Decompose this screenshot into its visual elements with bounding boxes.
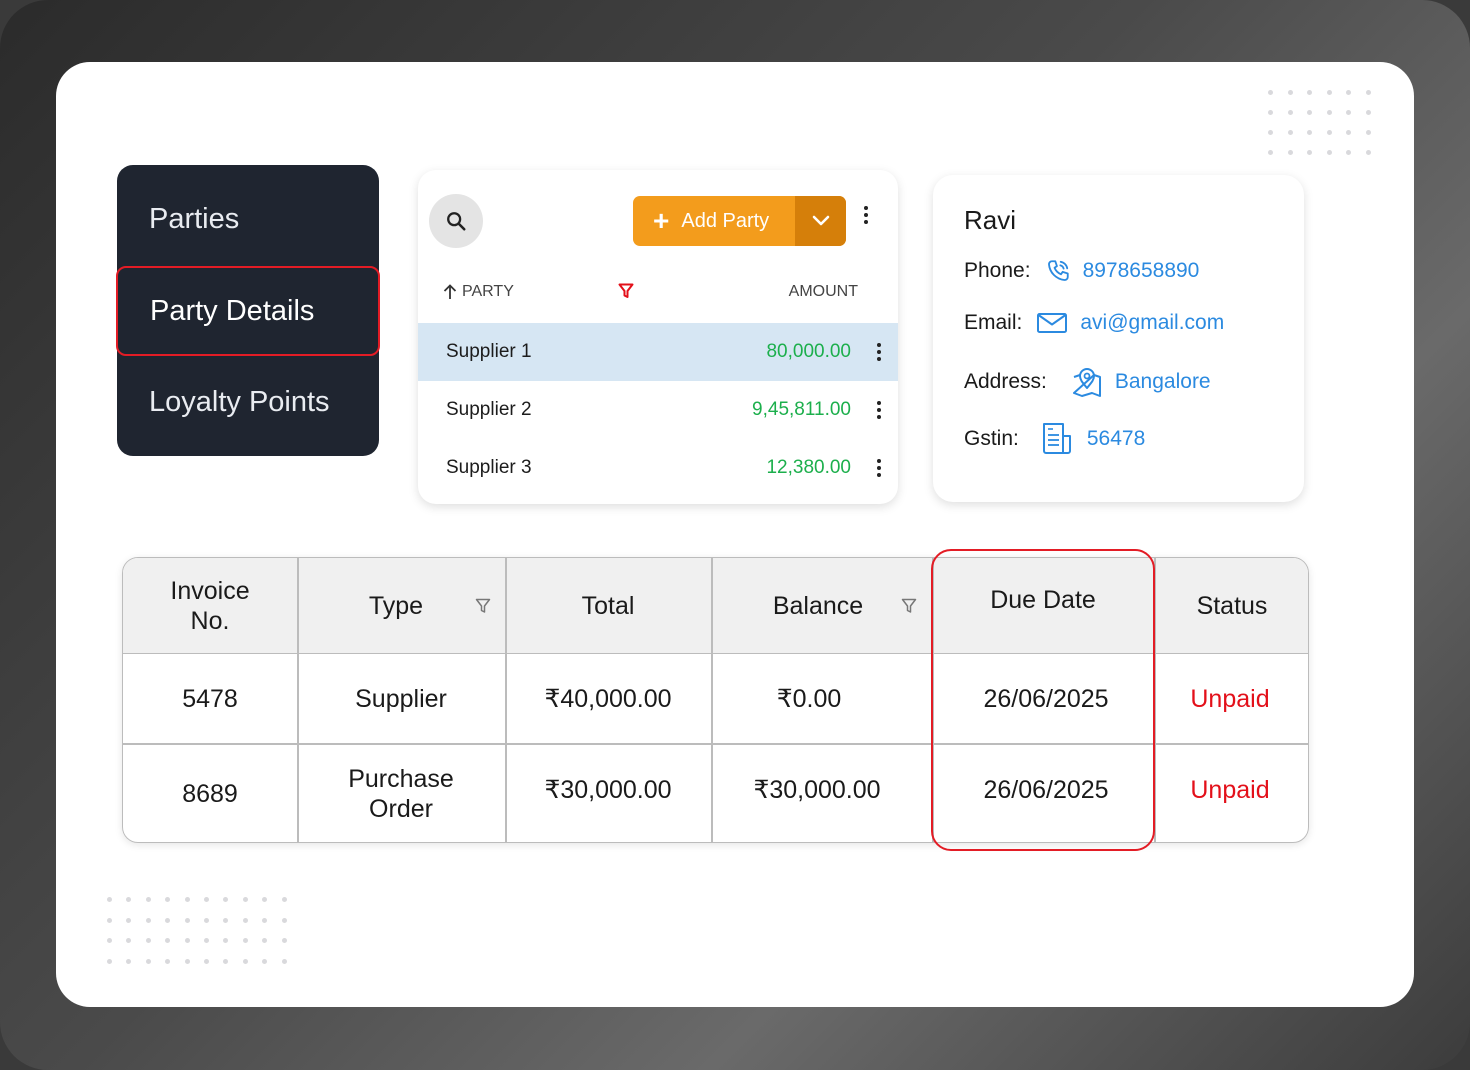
party-row[interactable]: Supplier 2 9,45,811.00 — [418, 381, 898, 439]
row-more-options-icon[interactable] — [877, 401, 881, 419]
party-name: Supplier 2 — [446, 399, 532, 420]
party-amount: 9,45,811.00 — [752, 399, 851, 420]
status-badge: Unpaid — [1190, 776, 1270, 804]
gstin-label: Gstin: — [964, 427, 1019, 450]
header-invoice-no: Invoice No. — [123, 558, 297, 654]
type-cell: Supplier — [355, 684, 447, 713]
mail-icon — [1036, 312, 1068, 334]
header-balance-label: Balance — [772, 592, 864, 620]
party-amount: 80,000.00 — [766, 341, 851, 362]
address-label: Address: — [964, 370, 1047, 393]
app-card: Parties Party Details Loyalty Points + A… — [56, 62, 1414, 1007]
party-contact-card: Ravi Phone: 8978658890 Email: avi@gmail. — [933, 175, 1304, 502]
balance-cell: ₹0.00 — [776, 684, 842, 713]
type-cell-line2: Order — [369, 795, 433, 823]
sidebar-item-label: Parties — [149, 202, 240, 235]
header-total: Total — [581, 592, 635, 620]
filter-icon[interactable] — [618, 283, 634, 304]
type-cell-line1: Purchase — [348, 765, 454, 793]
phone-row: Phone: 8978658890 — [964, 258, 1199, 284]
header-invoice-no-line2: No. — [190, 607, 230, 635]
sidebar-item-label: Party Details — [150, 294, 315, 327]
add-party-dropdown-button[interactable] — [795, 196, 846, 246]
party-list-panel: + Add Party PARTY AMOUNT Supplier 1 80,0… — [418, 170, 898, 504]
amount-column-header[interactable]: AMOUNT — [789, 283, 858, 301]
add-party-button-group: + Add Party — [633, 196, 846, 246]
map-pin-icon — [1071, 365, 1103, 399]
status-badge: Unpaid — [1190, 684, 1270, 713]
sidebar-item-label: Loyalty Points — [149, 385, 330, 418]
due-date-highlight — [931, 549, 1155, 851]
email-label: Email: — [964, 311, 1023, 334]
party-name: Supplier 3 — [446, 457, 532, 478]
header-type-label: Type — [368, 592, 424, 620]
document-icon — [1041, 422, 1073, 456]
invoice-no-cell: 5478 — [182, 684, 238, 713]
chevron-down-icon — [812, 215, 829, 226]
sort-arrow-up-icon — [443, 284, 457, 299]
phone-link[interactable]: 8978658890 — [1083, 259, 1200, 283]
party-amount: 12,380.00 — [766, 457, 851, 478]
sidebar: Parties Party Details Loyalty Points — [116, 165, 380, 456]
balance-filter-icon[interactable] — [901, 598, 917, 614]
search-icon — [447, 212, 466, 231]
add-party-button[interactable]: + Add Party — [633, 196, 795, 246]
header-type[interactable]: Type — [297, 558, 495, 654]
party-contact-name: Ravi — [964, 205, 1017, 235]
party-row[interactable]: Supplier 3 12,380.00 — [418, 439, 898, 497]
gstin-row: Gstin: 56478 — [964, 422, 1145, 456]
invoice-no-cell: 8689 — [182, 780, 238, 808]
search-button[interactable] — [429, 194, 483, 248]
party-row[interactable]: Supplier 1 80,000.00 — [418, 323, 898, 381]
type-filter-icon[interactable] — [475, 598, 491, 614]
address-row: Address: Bangalore — [964, 365, 1211, 399]
email-row: Email: avi@gmail.com — [964, 311, 1224, 335]
sidebar-item-parties[interactable]: Parties — [117, 174, 379, 264]
address-value: Bangalore — [1114, 370, 1211, 393]
header-invoice-no-line1: Invoice — [170, 577, 250, 605]
decorative-dots-top — [1268, 90, 1371, 155]
sidebar-item-loyalty-points[interactable]: Loyalty Points — [117, 357, 379, 447]
party-column-label: PARTY — [462, 283, 514, 300]
phone-icon — [1045, 258, 1071, 284]
header-balance[interactable]: Balance — [711, 558, 925, 654]
total-cell: ₹30,000.00 — [544, 776, 672, 804]
type-cell: Purchase Order — [297, 744, 505, 842]
add-party-label: Add Party — [681, 209, 770, 232]
party-name: Supplier 1 — [446, 341, 532, 362]
header-status: Status — [1196, 592, 1268, 620]
phone-label: Phone: — [964, 259, 1031, 282]
sidebar-item-party-details[interactable]: Party Details — [116, 266, 380, 356]
row-more-options-icon[interactable] — [877, 343, 881, 361]
gstin-value: 56478 — [1086, 427, 1146, 450]
row-more-options-icon[interactable] — [877, 459, 881, 477]
total-cell: ₹40,000.00 — [544, 684, 672, 713]
email-link[interactable]: avi@gmail.com — [1080, 311, 1224, 335]
plus-icon: + — [653, 205, 670, 236]
party-column-header[interactable]: PARTY — [443, 283, 514, 301]
balance-cell: ₹30,000.00 — [753, 776, 881, 804]
decorative-dots-bottom — [107, 897, 287, 965]
more-options-icon[interactable] — [864, 206, 868, 224]
